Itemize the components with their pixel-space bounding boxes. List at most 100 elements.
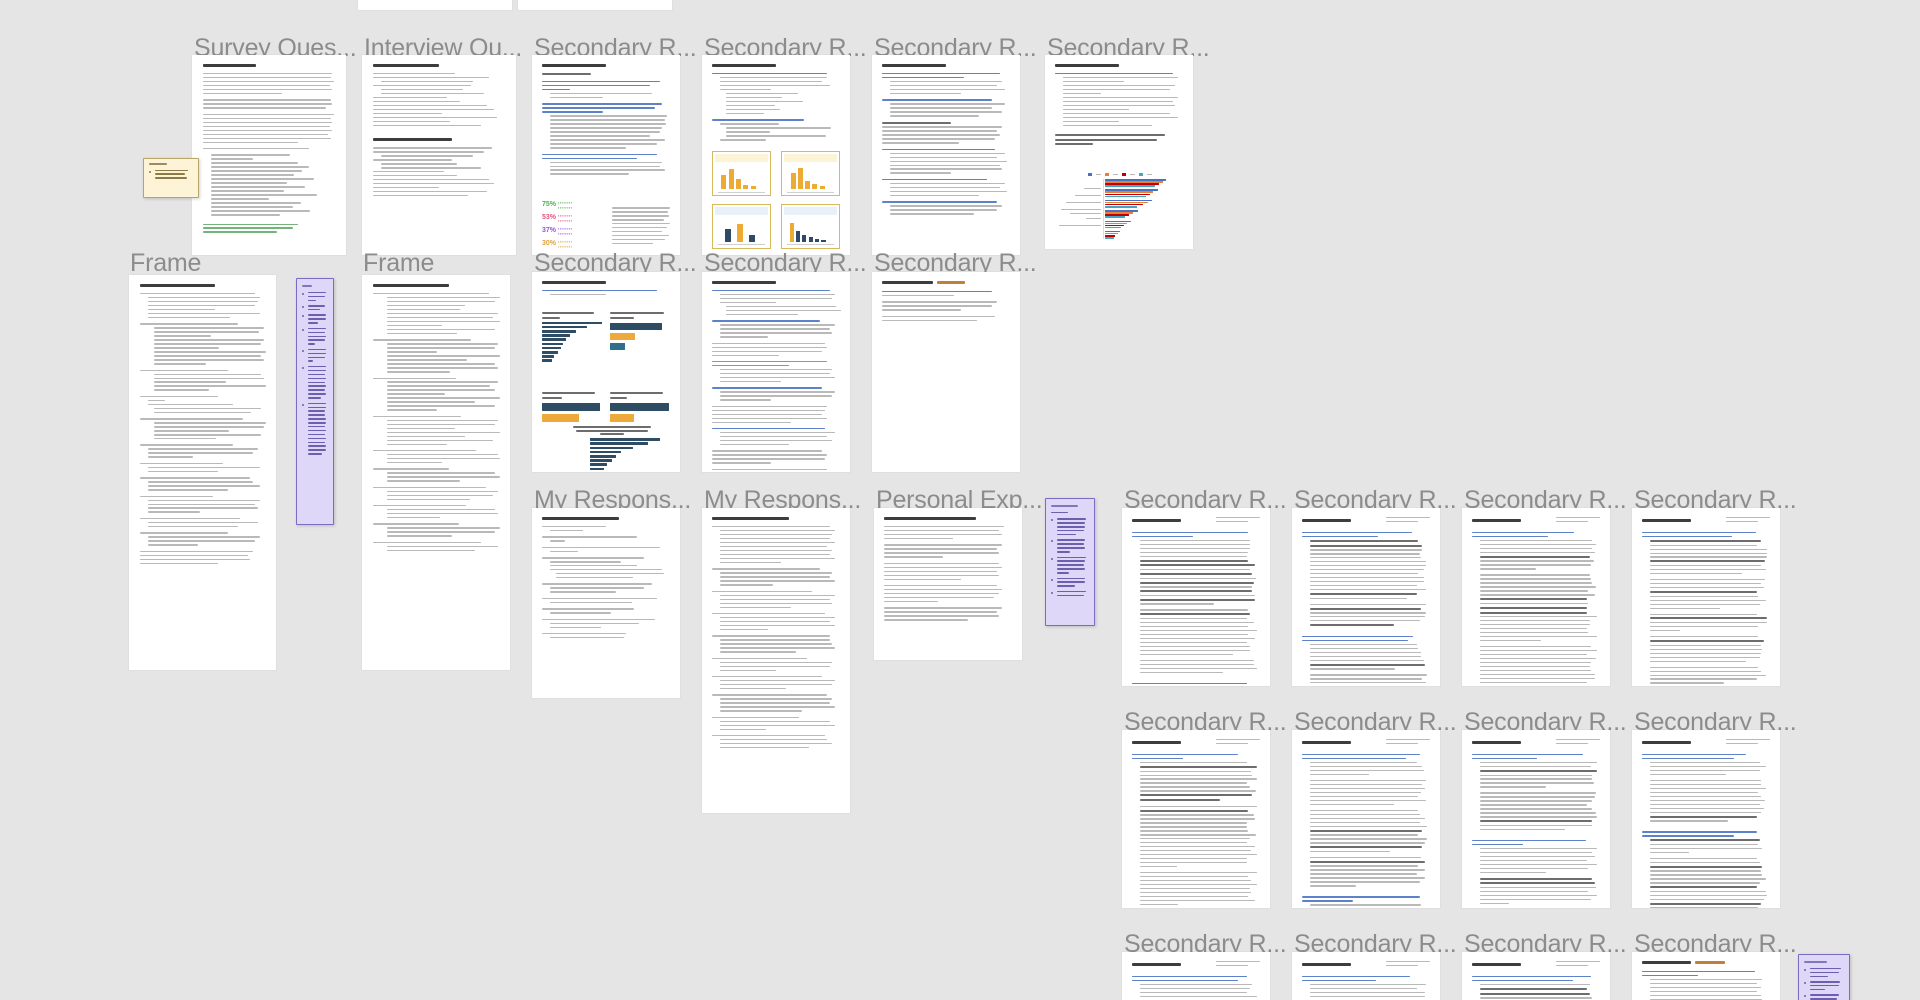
note-bullet [302,314,328,324]
chart-yesno-b [609,392,670,423]
document-card-secondary-12[interactable] [1122,730,1270,908]
doc-paragraph-block [1302,896,1430,908]
document-card-interview-scott[interactable] [129,275,276,670]
document-card-interview-questions[interactable] [362,55,516,255]
doc-heading-secondary-research [1302,741,1351,745]
note-title [1051,505,1078,507]
document-card-partial-top-2[interactable] [518,0,672,10]
doc-heading-secondary-3 [882,64,946,67]
document-card-secondary-7[interactable] [872,272,1020,472]
doc-paragraph-block [1302,975,1430,1000]
doc-paragraph-block [1302,635,1430,686]
frame-title-frame-nathan[interactable]: Frame [363,248,434,278]
doc-meta-note [1386,517,1430,525]
doc-heading-secondary-1 [542,64,606,67]
note-title [148,162,167,165]
document-card-secondary-8[interactable] [1122,508,1270,686]
note-bullet [302,305,328,311]
document-card-secondary-13[interactable] [1292,730,1440,908]
doc-heading-secondary-5 [542,281,606,284]
document-card-secondary-6[interactable] [702,272,850,472]
doc-paragraph-block [1642,971,1770,1000]
note-bullet [302,327,328,345]
doc-heading-survey-questions [203,64,256,67]
doc-heading-secondary-research [1642,741,1691,745]
sticky-note-secondary-research-phases[interactable] [1045,498,1095,626]
doc-meta-note [1386,961,1430,969]
doc-meta-note [1556,739,1600,747]
document-card-secondary-18[interactable] [1462,952,1610,1000]
doc-heading-secondary-research [1302,519,1351,523]
document-card-secondary-17[interactable] [1292,952,1440,1000]
chart-advice-sources [1057,173,1183,241]
document-card-secondary-5[interactable] [532,272,680,472]
note-bullet [302,402,328,455]
doc-heading-secondary-research [1472,963,1521,967]
document-card-secondary-3[interactable] [872,55,1020,255]
chart-yellow-pair-left [542,392,602,423]
note-title [302,285,313,287]
note-bullet [1804,994,1844,1000]
doc-heading-interview-scott [140,284,215,287]
doc-heading-secondary-research [1132,963,1181,967]
doc-paragraph-block [1132,753,1260,908]
document-card-secondary-10[interactable] [1462,508,1610,686]
chart-yellow-quad-3 [712,203,771,249]
doc-meta-note [1216,739,1260,747]
note-bullet [1804,967,1844,978]
doc-paragraph-block [1302,531,1430,631]
doc-heading-secondary-2 [712,64,776,67]
document-card-my-responses-interview[interactable] [702,508,850,813]
doc-heading-key-insights-badge [1694,961,1726,964]
document-card-secondary-1[interactable]: 75% ▪▪▪▪▪▪▪▪ ▪▪▪▪▪▪▪▪ 53% ▪▪▪▪▪▪▪▪ ▪▪▪▪▪▪▪… [532,55,680,255]
document-card-secondary-9[interactable] [1292,508,1440,686]
doc-subheading-interview-questions-revised [373,138,453,142]
doc-meta-note [1386,739,1430,747]
chart-yellow-quad-2 [781,151,840,197]
doc-heading-interview-nathan [373,284,449,287]
document-card-secondary-2[interactable] [702,55,850,255]
doc-heading-secondary-research [1472,519,1521,523]
doc-paragraph-block [1642,753,1770,826]
document-card-secondary-4[interactable] [1045,55,1193,249]
sticky-note-things-to-do[interactable] [1798,954,1850,1000]
note-bullet [1051,590,1089,597]
doc-meta-note [1556,961,1600,969]
doc-paragraph-block [1472,753,1600,835]
document-card-secondary-14[interactable] [1462,730,1610,908]
note-bullet [1051,577,1089,587]
document-card-my-responses-survey[interactable] [532,508,680,698]
doc-paragraph-block [1472,531,1600,686]
doc-heading-secondary-research [1302,963,1351,967]
document-card-secondary-16[interactable] [1122,952,1270,1000]
document-card-interview-nathan[interactable] [362,275,510,670]
doc-paragraph-block [1642,531,1770,686]
chart-bottom-funnel [558,426,666,471]
note-bullet [302,291,328,302]
chart-yesno-a [609,312,670,351]
document-card-personal-experiences[interactable] [874,508,1022,660]
doc-heading-secondary-research [1132,741,1181,745]
doc-meta-note [1726,517,1770,525]
doc-heading-secondary-research [1472,741,1521,745]
note-bullet [148,169,193,179]
document-card-partial-top-1[interactable] [358,0,512,10]
sticky-note-interview-tips[interactable] [296,278,334,525]
note-bullet [302,365,328,399]
document-card-secondary-15[interactable] [1632,730,1780,908]
document-card-survey-questions[interactable] [192,55,346,255]
doc-heading-key-insights-badge [937,281,966,284]
chart-survey-percent-stats: 75% ▪▪▪▪▪▪▪▪ ▪▪▪▪▪▪▪▪ 53% ▪▪▪▪▪▪▪▪ ▪▪▪▪▪▪▪… [542,200,573,249]
doc-heading-secondary-6 [712,281,776,284]
sticky-note-to-self[interactable] [143,158,199,198]
doc-heading-interview-questions [373,64,439,67]
figma-canvas[interactable]: Survey Ques... Interview Qu... Secondary… [0,0,1920,1000]
doc-paragraph-block [1472,975,1600,1000]
note-bullet [1051,556,1089,574]
document-card-secondary-11[interactable] [1632,508,1780,686]
note-bullet [1804,981,1844,991]
document-card-secondary-19[interactable] [1632,952,1780,1000]
doc-heading-secondary-4 [1055,64,1119,67]
doc-paragraph-block [1472,839,1600,908]
frame-title-frame-scott[interactable]: Frame [130,248,201,278]
